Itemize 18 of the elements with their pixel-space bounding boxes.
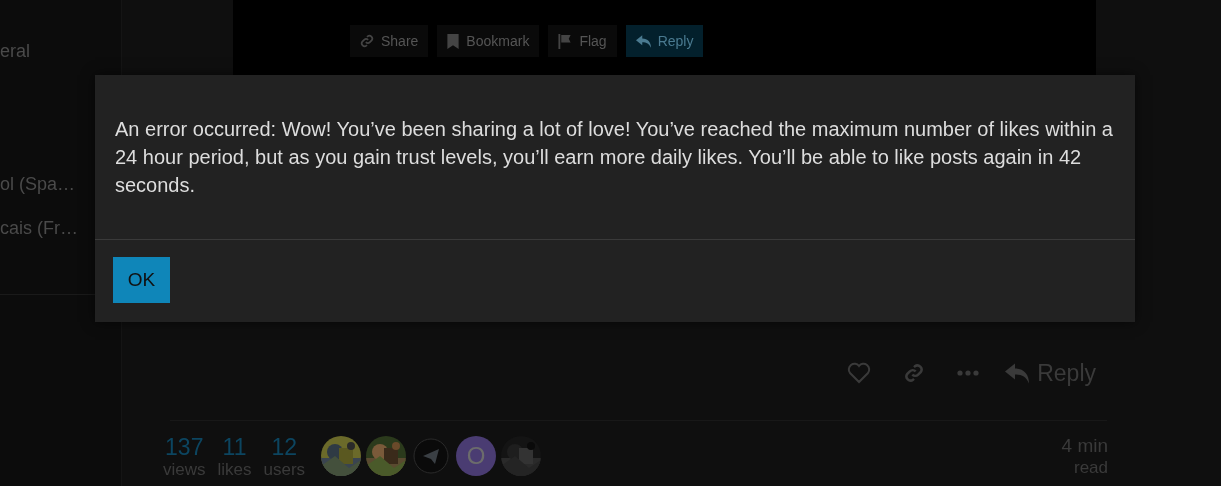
stat-value: 11 bbox=[222, 434, 247, 460]
more-icon[interactable] bbox=[957, 370, 980, 376]
post-action-button[interactable]: Share bbox=[350, 25, 429, 57]
flag-icon bbox=[558, 33, 573, 49]
link-icon bbox=[360, 34, 374, 48]
stat-value: 12 bbox=[271, 434, 298, 460]
ok-button[interactable]: OK bbox=[113, 257, 170, 303]
error-message: An error occurred: Wow! You’ve been sharing a lot of love! You’ve reached the maximum number of likes within a 24 hour period, but as you gain trust levels, you’ll earn more daily likes. You’ll be able to like posts again in 42 seconds. bbox=[115, 117, 1114, 198]
paper-plane-icon[interactable] bbox=[413, 438, 450, 474]
reply-button[interactable]: Reply bbox=[625, 25, 704, 57]
post-action-button[interactable]: Flag bbox=[548, 25, 617, 57]
reply-icon bbox=[635, 34, 651, 48]
stat-value: 137 bbox=[165, 434, 204, 460]
sidebar-item[interactable]: eral bbox=[0, 40, 121, 62]
post-action-button[interactable]: Bookmark bbox=[437, 25, 540, 57]
reply-icon bbox=[1005, 362, 1030, 384]
bookmark-icon bbox=[447, 33, 460, 49]
heart-icon[interactable] bbox=[847, 362, 872, 384]
